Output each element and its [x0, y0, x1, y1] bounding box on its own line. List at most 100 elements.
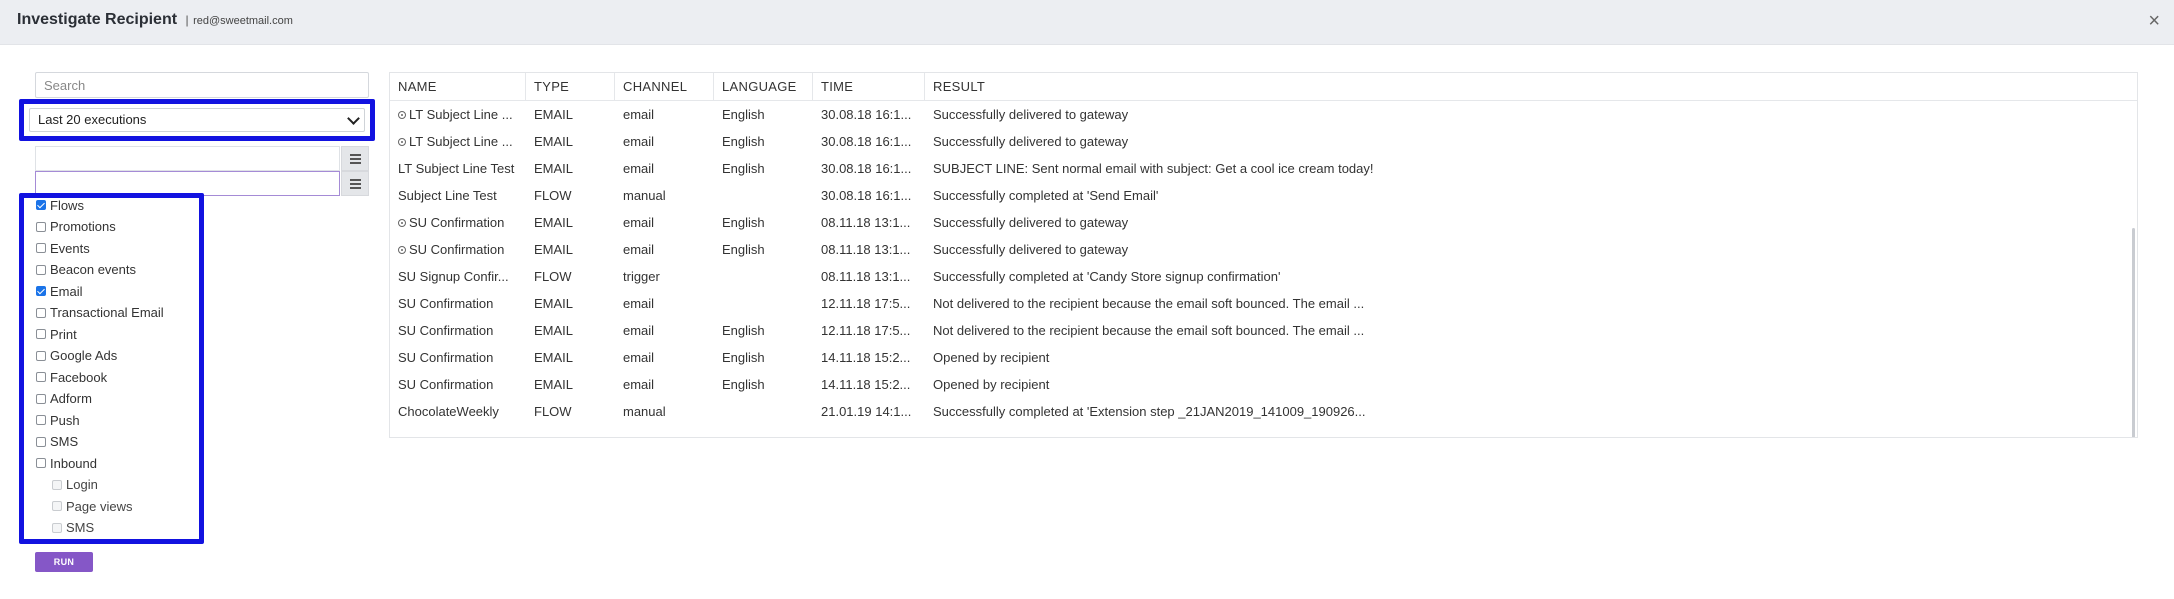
- column-header-time[interactable]: TIME: [813, 73, 925, 100]
- cell-text: 30.08.18 16:1...: [821, 107, 912, 122]
- cell-name: ChocolateWeekly: [390, 398, 526, 425]
- cell-language: [714, 398, 813, 425]
- cell-text: EMAIL: [534, 134, 574, 149]
- cell-time: 21.01.19 14:1...: [813, 398, 925, 425]
- cell-result: Successfully completed at 'Send Email': [925, 182, 2105, 209]
- date-from-calendar-button[interactable]: [341, 146, 369, 171]
- cell-text: 08.11.18 13:1...: [821, 269, 911, 284]
- filter-checkbox[interactable]: [36, 243, 46, 253]
- cell-text: FLOW: [534, 188, 572, 203]
- table-row[interactable]: LT Subject Line ... EMAIL email English 30.0…: [390, 128, 2137, 155]
- date-from-input[interactable]: [35, 146, 340, 171]
- table-row[interactable]: SU Confirmation EMAIL email English 08.11.18…: [390, 236, 2137, 263]
- filter-item-login[interactable]: Login: [52, 476, 98, 494]
- message-icon: [398, 138, 406, 146]
- filter-checkbox[interactable]: [36, 415, 46, 425]
- cell-channel: email: [615, 290, 714, 317]
- filter-checkbox[interactable]: [36, 200, 46, 210]
- cell-text: Not delivered to the recipient because t…: [933, 323, 1365, 338]
- filter-checkbox[interactable]: [52, 522, 62, 533]
- filter-label: Inbound: [50, 455, 97, 471]
- title-separator: |: [185, 13, 189, 27]
- table-row[interactable]: Subject Line Test FLOW manual 30.08.18 16:1…: [390, 182, 2137, 209]
- table-row[interactable]: LT Subject Line Test EMAIL email English 30.…: [390, 155, 2137, 182]
- cell-text: SU Confirmation: [409, 215, 505, 230]
- filter-label: SMS: [50, 434, 79, 449]
- filter-label: Google Ads: [50, 348, 118, 363]
- cell-result: Not delivered to the recipient because t…: [925, 290, 2105, 317]
- filter-label: Adform: [50, 391, 92, 406]
- search-input[interactable]: [35, 72, 369, 98]
- table-row[interactable]: ChocolateWeekly FLOW manual 21.01.19 14:1..…: [390, 398, 2137, 425]
- filter-checkbox[interactable]: [52, 501, 62, 511]
- cell-name: LT Subject Line ...: [390, 128, 526, 155]
- filter-checkbox[interactable]: [36, 393, 46, 404]
- column-header-type[interactable]: TYPE: [526, 73, 615, 100]
- filter-checkbox[interactable]: [36, 264, 46, 275]
- filter-item-inbound[interactable]: Inbound: [36, 454, 97, 472]
- filter-item-print[interactable]: Print: [36, 325, 77, 343]
- filter-item-page-views[interactable]: Page views: [52, 497, 132, 515]
- filter-item-transactional-email[interactable]: Transactional Email: [36, 304, 164, 322]
- recipient-email: red@sweetmail.com: [193, 15, 293, 27]
- filter-item-flows[interactable]: Flows: [36, 196, 84, 214]
- filter-checkbox[interactable]: [36, 307, 46, 318]
- cell-name: SU Confirmation: [390, 371, 526, 398]
- cell-text: EMAIL: [534, 377, 574, 392]
- executions-select[interactable]: Last 20 executions: [29, 108, 365, 132]
- filter-item-facebook[interactable]: Facebook: [36, 368, 107, 386]
- filter-checkbox[interactable]: [36, 436, 46, 447]
- cell-time: 08.11.18 13:1...: [813, 263, 925, 290]
- cell-text: 12.11.18 17:5...: [821, 296, 911, 311]
- column-header-result[interactable]: RESULT: [925, 73, 2137, 100]
- filter-checkbox[interactable]: [36, 458, 46, 468]
- table-header: NAME TYPE CHANNEL LANGUAGE TIME RESULT: [390, 73, 2137, 101]
- close-icon[interactable]: ×: [2148, 11, 2160, 31]
- cell-name: SU Confirmation: [390, 317, 526, 344]
- table-row[interactable]: SU Confirmation EMAIL email English 14.11.18…: [390, 371, 2137, 398]
- table-row[interactable]: SU Confirmation EMAIL email English 08.11.18…: [390, 209, 2137, 236]
- cell-name: LT Subject Line ...: [390, 101, 526, 128]
- filter-item-promotions[interactable]: Promotions: [36, 218, 116, 236]
- table-row[interactable]: LT Subject Line ... EMAIL email English 30.0…: [390, 101, 2137, 128]
- cell-text: 08.11.18 13:1...: [821, 215, 911, 230]
- calendar-icon: [349, 153, 361, 164]
- filter-item-sms[interactable]: SMS: [52, 519, 94, 537]
- cell-type: EMAIL: [526, 155, 615, 182]
- filter-item-adform[interactable]: Adform: [36, 390, 92, 408]
- cell-type: EMAIL: [526, 371, 615, 398]
- cell-language: English: [714, 209, 813, 236]
- filter-checkbox[interactable]: [36, 350, 46, 361]
- filter-item-beacon-events[interactable]: Beacon events: [36, 261, 136, 279]
- message-icon: [398, 111, 406, 119]
- cell-time: 08.11.18 13:1...: [813, 209, 925, 236]
- table-scrollbar[interactable]: [2132, 228, 2135, 437]
- cell-text: English: [722, 377, 765, 392]
- filter-item-push[interactable]: Push: [36, 411, 80, 429]
- cell-text: email: [623, 323, 655, 338]
- filter-item-email[interactable]: Email: [36, 282, 83, 300]
- filter-item-events[interactable]: Events: [36, 239, 90, 257]
- table-row[interactable]: SU Confirmation EMAIL email English 12.11.18…: [390, 317, 2137, 344]
- column-header-language[interactable]: LANGUAGE: [714, 73, 813, 100]
- filter-checkbox[interactable]: [36, 286, 46, 296]
- filter-checkbox[interactable]: [36, 221, 46, 232]
- run-button[interactable]: RUN: [35, 552, 93, 572]
- cell-text: ChocolateWeekly: [398, 404, 499, 419]
- table-row[interactable]: SU Signup Confir... FLOW trigger 08.11.18 1…: [390, 263, 2137, 290]
- filter-checkbox[interactable]: [52, 479, 62, 490]
- column-header-channel[interactable]: CHANNEL: [615, 73, 714, 100]
- cell-text: Subject Line Test: [398, 188, 497, 203]
- cell-type: FLOW: [526, 263, 615, 290]
- filter-checkbox[interactable]: [36, 372, 46, 382]
- cell-text: manual: [623, 404, 666, 419]
- filter-item-sms[interactable]: SMS: [36, 433, 78, 451]
- table-row[interactable]: SU Confirmation EMAIL email English 14.11.18…: [390, 344, 2137, 371]
- cell-name: SU Confirmation: [390, 209, 526, 236]
- table-row[interactable]: SU Confirmation EMAIL email 12.11.18 17:5..…: [390, 290, 2137, 317]
- date-to-calendar-button[interactable]: [341, 171, 369, 196]
- filter-item-google-ads[interactable]: Google Ads: [36, 347, 117, 365]
- cell-language: English: [714, 155, 813, 182]
- filter-checkbox[interactable]: [36, 329, 46, 339]
- column-header-name[interactable]: NAME: [390, 73, 526, 100]
